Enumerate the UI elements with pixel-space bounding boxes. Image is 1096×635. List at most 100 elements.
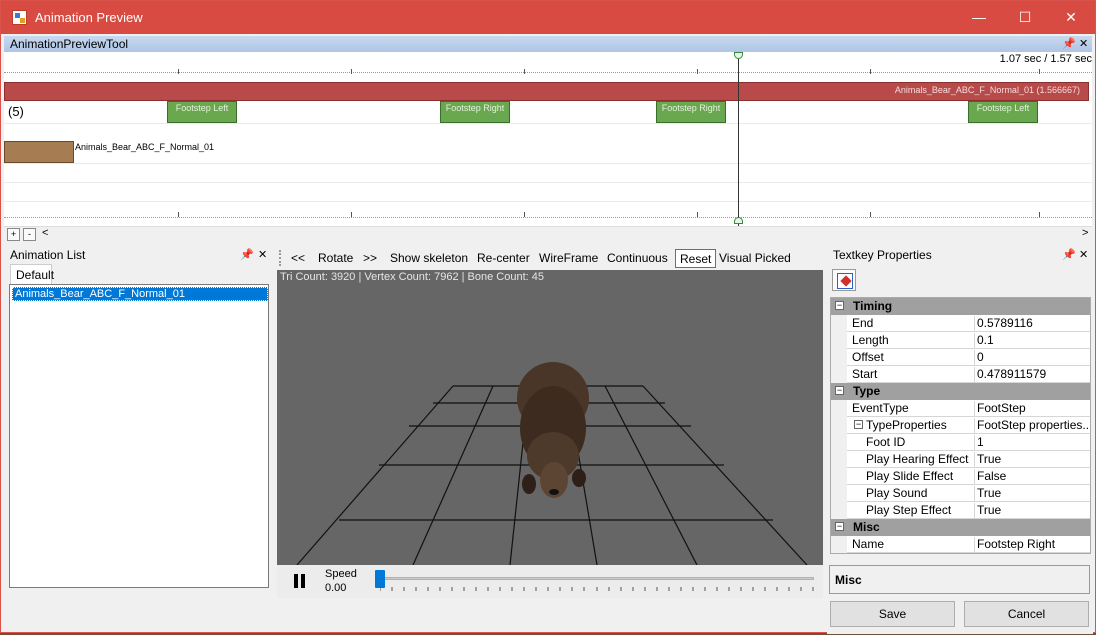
tool-title: AnimationPreviewTool (10, 37, 129, 51)
property-row[interactable]: Foot ID 1 (831, 434, 1090, 451)
timeline-scrollbar[interactable]: + - < > (4, 226, 1092, 242)
property-category[interactable]: − Timing (831, 298, 1090, 315)
pin-icon[interactable]: 📌 (240, 248, 254, 261)
clip-block[interactable] (4, 141, 74, 163)
ruler-tick (178, 212, 179, 217)
row-margin (831, 349, 847, 366)
property-row[interactable]: Play Step Effect True (831, 502, 1090, 519)
property-value[interactable]: 0.1 (974, 333, 1090, 349)
speed-value: 0.00 (325, 582, 347, 594)
zoom-in-button[interactable]: + (7, 228, 20, 241)
track-divider (4, 182, 1092, 183)
rotate-button[interactable]: Rotate (314, 249, 357, 268)
property-value[interactable]: 0.5789116 (974, 316, 1090, 332)
close-icon[interactable]: ✕ (1079, 248, 1088, 261)
close-button[interactable]: ✕ (1048, 1, 1094, 34)
reset-button[interactable]: Reset (675, 249, 717, 268)
close-icon[interactable]: ✕ (1079, 37, 1088, 50)
collapse-icon[interactable]: − (854, 420, 863, 429)
property-row[interactable]: End 0.5789116 (831, 315, 1090, 332)
property-name: Offset (852, 350, 884, 364)
property-pages-icon[interactable] (832, 269, 856, 291)
property-grid[interactable]: − Timing End 0.5789116 Length 0.1 Offset 0 Start… (830, 297, 1091, 554)
playhead-line[interactable] (738, 52, 739, 226)
textkey-footstep-left[interactable]: Footstep Left (167, 101, 237, 123)
property-row[interactable]: Play Sound True (831, 485, 1090, 502)
property-value[interactable]: 0.478911579 (974, 367, 1090, 383)
show-skeleton-button[interactable]: Show skeleton (386, 249, 472, 268)
property-row[interactable]: Name Footstep Right (831, 536, 1090, 553)
textkey-footstep-left[interactable]: Footstep Left (968, 101, 1038, 123)
property-row[interactable]: Play Slide Effect False (831, 468, 1090, 485)
collapse-icon[interactable]: − (835, 386, 844, 395)
ruler-tick (524, 69, 525, 74)
playhead-bottom-handle[interactable] (734, 217, 743, 224)
property-name: Play Step Effect (866, 503, 952, 517)
speed-slider-thumb[interactable] (375, 570, 385, 588)
prev-button[interactable]: << (287, 249, 309, 268)
close-icon[interactable]: ✕ (258, 248, 267, 261)
property-category[interactable]: − Misc (831, 519, 1090, 536)
maximize-button[interactable]: ☐ (1002, 1, 1048, 34)
speed-slider-track[interactable] (380, 577, 814, 580)
save-button[interactable]: Save (830, 601, 955, 627)
property-name: Play Sound (866, 486, 928, 500)
animation-preview-window: Animation Preview — ☐ ✕ AnimationPreview… (0, 0, 1096, 634)
title-bar: Animation Preview — ☐ ✕ (1, 1, 1095, 34)
tool-header: AnimationPreviewTool 📌 ✕ (4, 36, 1092, 52)
pause-icon[interactable] (294, 574, 306, 588)
track-divider (4, 201, 1092, 202)
property-row[interactable]: Offset 0 (831, 349, 1090, 366)
clip-bar[interactable]: Animals_Bear_ABC_F_Normal_01 (1.566667) (4, 82, 1089, 101)
property-value[interactable]: FootStep properties... (974, 418, 1090, 434)
property-name: Foot ID (866, 435, 906, 449)
event-count: (5) (8, 104, 24, 119)
property-value[interactable]: 1 (974, 435, 1090, 451)
pin-icon[interactable]: 📌 (1062, 248, 1076, 261)
playhead-top-handle[interactable] (734, 52, 743, 59)
list-item[interactable]: Animals_Bear_ABC_F_Normal_01 (12, 287, 268, 301)
property-value[interactable]: False (974, 469, 1090, 485)
continuous-button[interactable]: Continuous (603, 249, 672, 268)
minimize-button[interactable]: — (956, 1, 1002, 34)
property-row[interactable]: EventType FootStep (831, 400, 1090, 417)
property-name: Length (852, 333, 889, 347)
textkey-footstep-right[interactable]: Footstep Right (440, 101, 510, 123)
animation-listbox[interactable]: Animals_Bear_ABC_F_Normal_01 (9, 284, 269, 588)
property-value[interactable]: True (974, 452, 1090, 468)
visual-picked-button[interactable]: Visual Picked (715, 249, 795, 268)
row-margin (831, 400, 847, 417)
toolbar-grip[interactable] (279, 250, 281, 266)
property-value[interactable]: 0 (974, 350, 1090, 366)
textkey-footstep-right[interactable]: Footstep Right (656, 101, 726, 123)
row-margin (831, 451, 847, 468)
property-row[interactable]: Play Hearing Effect True (831, 451, 1090, 468)
row-margin (831, 315, 847, 332)
pin-icon[interactable]: 📌 (1062, 37, 1076, 50)
timeline[interactable]: 1.07 sec / 1.57 sec Animals_Bear_ABC_F_N… (4, 52, 1092, 226)
property-value[interactable]: Footstep Right (974, 537, 1090, 553)
cancel-button[interactable]: Cancel (964, 601, 1089, 627)
property-value[interactable]: FootStep (974, 401, 1090, 417)
properties-title: Textkey Properties (833, 248, 932, 262)
row-margin (831, 366, 847, 383)
collapse-icon[interactable]: − (835, 301, 844, 310)
recenter-button[interactable]: Re-center (473, 249, 534, 268)
tab-default[interactable]: Default (10, 264, 54, 284)
property-row[interactable]: − TypeProperties FootStep properties... (831, 417, 1090, 434)
property-row[interactable]: Start 0.478911579 (831, 366, 1090, 383)
property-name: Name (852, 537, 885, 551)
property-value[interactable]: True (974, 486, 1090, 502)
next-button[interactable]: >> (359, 249, 381, 268)
property-category[interactable]: − Type (831, 383, 1090, 400)
property-row[interactable]: Length 0.1 (831, 332, 1090, 349)
clip-bar-label: Animals_Bear_ABC_F_Normal_01 (1.566667) (894, 85, 1080, 95)
3d-viewport[interactable]: Tri Count: 3920 | Vertex Count: 7962 | B… (277, 270, 823, 598)
zoom-out-button[interactable]: - (23, 228, 36, 241)
scroll-left-icon[interactable]: < (42, 227, 48, 239)
collapse-icon[interactable]: − (835, 522, 844, 531)
wireframe-button[interactable]: WireFrame (535, 249, 602, 268)
ruler-tick (870, 69, 871, 74)
scroll-right-icon[interactable]: > (1082, 227, 1088, 239)
property-value[interactable]: True (974, 503, 1090, 519)
